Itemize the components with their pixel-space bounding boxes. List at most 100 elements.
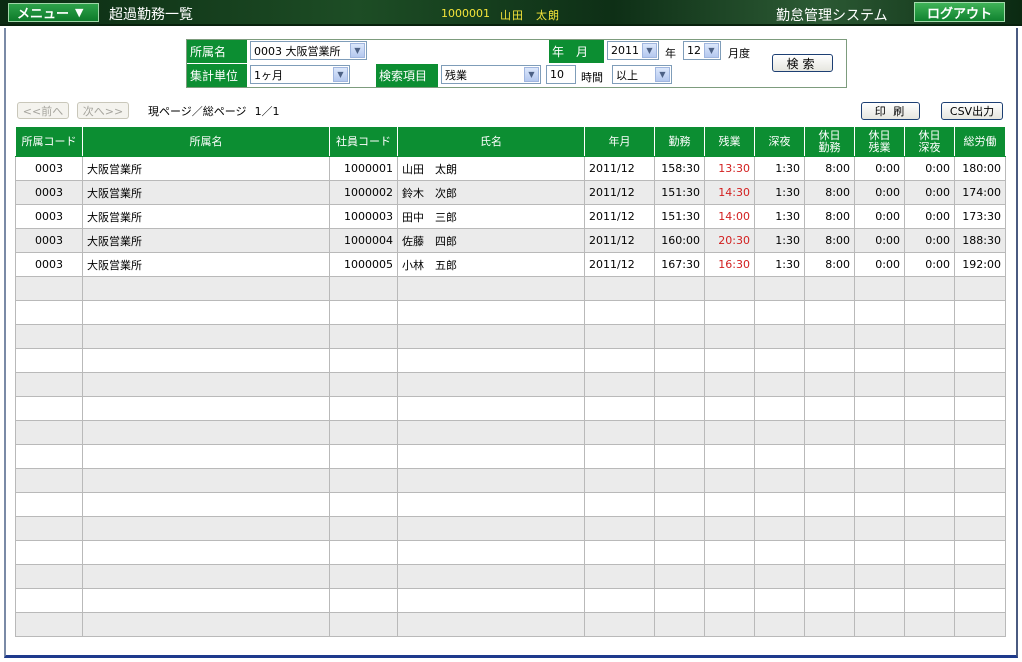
table-cell [584,516,655,541]
table-cell [654,276,705,301]
unit-select[interactable]: 1ヶ月 ▼ [250,65,350,84]
table-cell: 大阪営業所 [82,156,330,181]
table-row[interactable]: 0003 大阪営業所 1000004 佐藤 四郎 2011/12 160:00 20:30 1… [15,228,1006,253]
table-cell [654,540,705,565]
table-cell [15,348,83,373]
table-cell [15,276,83,301]
empty-table-row [15,396,1006,421]
table-cell [654,612,705,637]
table-cell [15,492,83,517]
table-cell: 192:00 [954,252,1006,277]
column-header: 休日 残業 [854,126,905,157]
table-cell [584,492,655,517]
table-cell [804,540,855,565]
table-cell [804,348,855,373]
table-cell [854,324,905,349]
table-cell [397,300,585,325]
prev-page-button[interactable]: <<前へ [17,102,69,119]
table-cell [15,516,83,541]
table-cell [704,420,755,445]
table-cell [754,564,805,589]
table-cell [329,564,398,589]
table-cell: 173:30 [954,204,1006,229]
table-cell: 0:00 [854,252,905,277]
table-cell: 佐藤 四郎 [397,228,585,253]
column-header: 総労働 [954,126,1006,157]
table-cell: 1:30 [754,156,805,181]
table-cell [397,420,585,445]
column-header: 残業 [704,126,755,157]
table-cell [82,348,330,373]
table-cell [704,276,755,301]
table-cell [854,396,905,421]
item-label: 検索項目 [376,64,438,87]
column-header: 社員コード [329,126,398,157]
empty-table-row [15,492,1006,517]
table-cell [804,516,855,541]
table-cell: 8:00 [804,228,855,253]
hours-input[interactable]: 10 [546,65,576,84]
search-button[interactable]: 検索 [772,54,833,72]
logout-button[interactable]: ログアウト [914,2,1005,22]
empty-table-row [15,300,1006,325]
table-cell [754,300,805,325]
item-select-value: 残業 [445,68,467,82]
table-cell [904,420,955,445]
year-select[interactable]: 2011 ▼ [607,41,659,60]
table-cell: 151:30 [654,180,705,205]
table-cell [854,468,905,493]
table-cell [15,396,83,421]
dept-select[interactable]: 0003 大阪営業所 ▼ [250,41,367,60]
table-cell [954,492,1006,517]
item-select[interactable]: 残業 ▼ [441,65,541,84]
condition-select[interactable]: 以上 ▼ [612,65,672,84]
table-cell [704,348,755,373]
column-header: 年月 [584,126,655,157]
table-cell [329,516,398,541]
table-cell [584,444,655,469]
table-body: 0003 大阪営業所 1000001 山田 太朗 2011/12 158:30 13:30 1… [15,156,1006,637]
table-cell [754,348,805,373]
table-cell [15,588,83,613]
table-cell [397,516,585,541]
table-cell [954,612,1006,637]
system-name: 勤怠管理システム [776,8,888,24]
empty-table-row [15,612,1006,637]
print-button[interactable]: 印 刷 [861,102,920,120]
table-row[interactable]: 0003 大阪営業所 1000001 山田 太朗 2011/12 158:30 13:30 1… [15,156,1006,181]
table-cell [397,564,585,589]
table-cell [954,348,1006,373]
table-cell [904,348,955,373]
table-cell: 151:30 [654,204,705,229]
table-cell [854,276,905,301]
month-select-value: 12 [687,44,701,57]
table-cell [904,516,955,541]
table-row[interactable]: 0003 大阪営業所 1000005 小林 五郎 2011/12 167:30 16:30 1… [15,252,1006,277]
table-row[interactable]: 0003 大阪営業所 1000003 田中 三郎 2011/12 151:30 14:00 1… [15,204,1006,229]
table-cell [704,372,755,397]
table-cell: 大阪営業所 [82,204,330,229]
table-cell: 14:00 [704,204,755,229]
chevron-down-icon: ▼ [333,67,348,82]
table-cell [804,276,855,301]
table-cell [854,444,905,469]
table-cell: 大阪営業所 [82,252,330,277]
table-cell: 0003 [15,180,83,205]
month-select[interactable]: 12 ▼ [683,41,721,60]
column-header: 所属コード [15,126,83,157]
table-cell [754,612,805,637]
table-row[interactable]: 0003 大阪営業所 1000002 鈴木 次郎 2011/12 151:30 14:30 1… [15,180,1006,205]
table-cell: 174:00 [954,180,1006,205]
table-cell [704,444,755,469]
table-cell [754,324,805,349]
chevron-down-icon: ▼ [704,43,719,58]
menu-button[interactable]: メニュー ▼ [8,3,99,22]
table-cell [854,300,905,325]
table-cell [754,492,805,517]
table-cell [754,372,805,397]
table-cell [654,444,705,469]
table-cell: 8:00 [804,252,855,277]
table-cell [904,444,955,469]
csv-export-button[interactable]: CSV出力 [941,102,1003,120]
next-page-button[interactable]: 次へ>> [77,102,129,119]
